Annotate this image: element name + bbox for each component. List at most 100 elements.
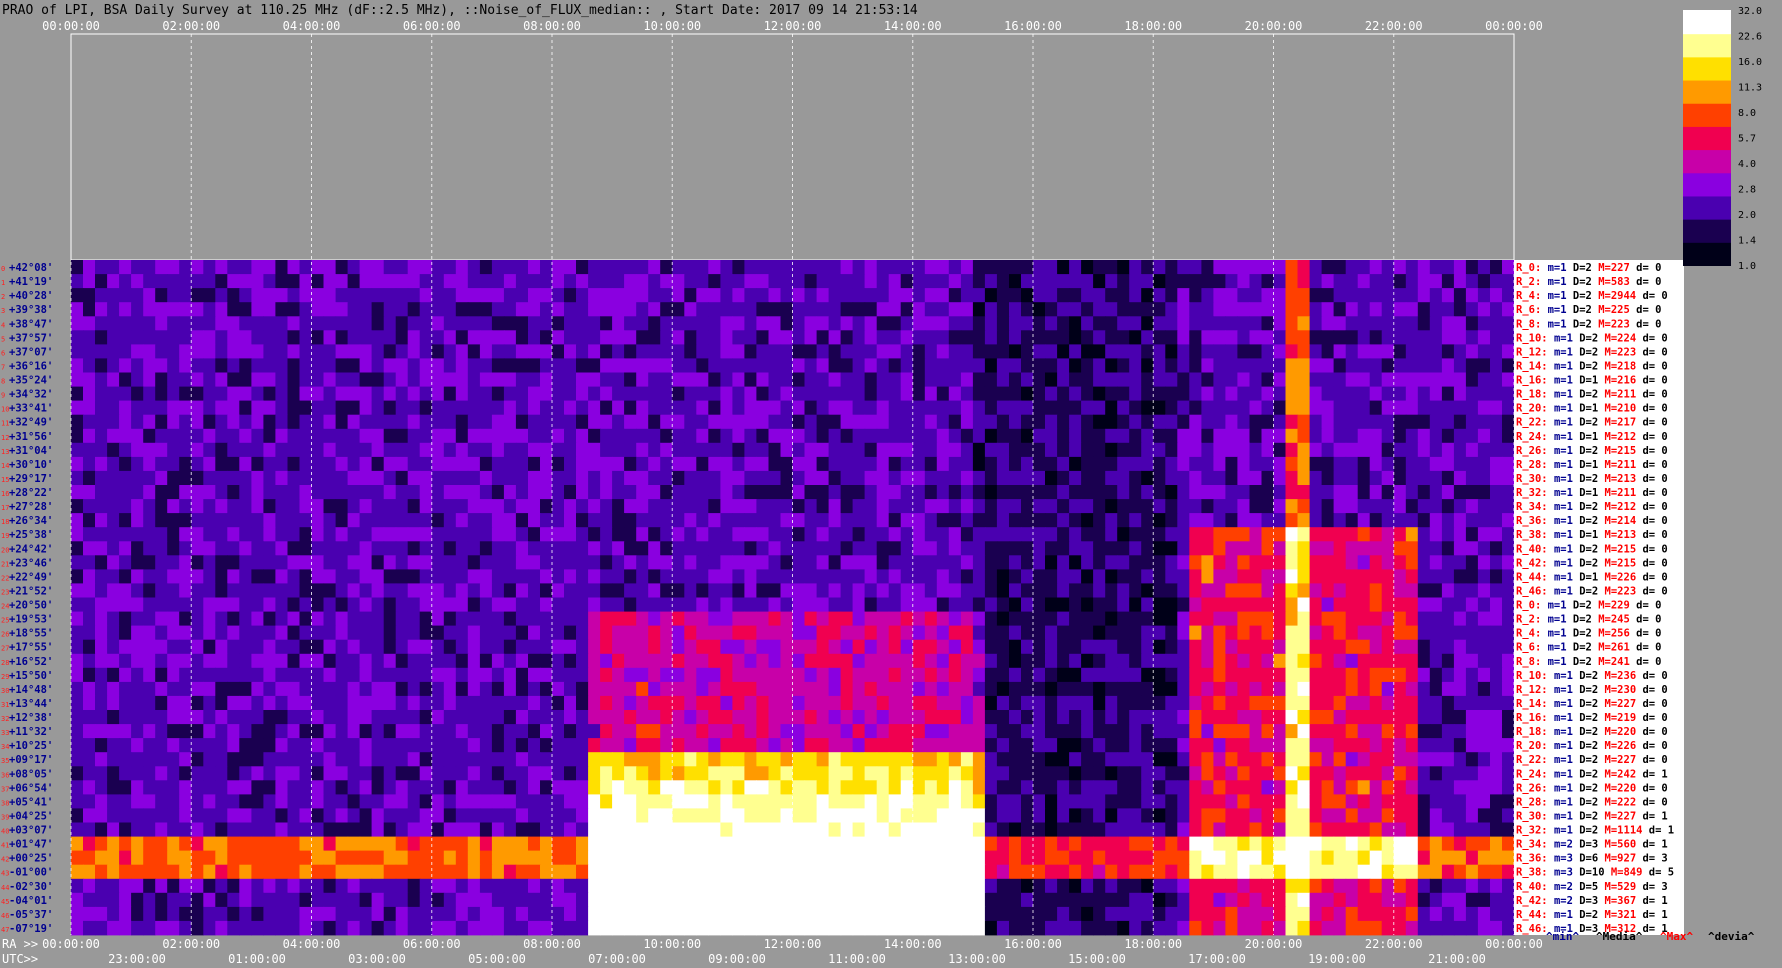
heatmap-cell — [780, 625, 794, 641]
heatmap-cell — [1261, 372, 1275, 387]
heatmap-cell — [624, 541, 637, 556]
heatmap-cell — [503, 470, 517, 486]
heatmap-cell — [455, 569, 469, 584]
heatmap-cell — [552, 358, 565, 373]
heatmap-cell — [588, 541, 601, 556]
heatmap-cell — [816, 822, 830, 837]
heatmap-cell — [804, 499, 818, 514]
heatmap-cell — [612, 344, 625, 359]
heatmap-cell — [948, 274, 962, 289]
heatmap-cell — [540, 611, 553, 627]
heatmap-cell — [1393, 400, 1407, 416]
heatmap-cell — [131, 274, 144, 289]
heatmap-cell — [960, 330, 974, 345]
heatmap-cell — [1285, 372, 1299, 387]
heatmap-cell — [648, 766, 661, 781]
heatmap-cell — [1417, 822, 1431, 837]
heatmap-cell — [1502, 442, 1515, 458]
heatmap-cell — [636, 639, 649, 655]
heatmap-cell — [780, 358, 794, 373]
heatmap-cell — [1249, 597, 1263, 612]
heatmap-cell — [419, 569, 433, 584]
heatmap-cell — [83, 344, 96, 359]
heatmap-cell — [1201, 260, 1214, 275]
heatmap-cell — [155, 414, 168, 430]
heatmap-cell — [1105, 738, 1118, 753]
heatmap-cell — [1057, 456, 1070, 472]
heatmap-cell — [1045, 372, 1058, 387]
heatmap-cell — [1321, 625, 1335, 641]
heatmap-cell — [263, 738, 276, 753]
heatmap-cell — [1213, 681, 1226, 697]
heatmap-cell — [600, 288, 613, 303]
heatmap-cell — [359, 288, 373, 303]
heatmap-cell — [528, 724, 541, 739]
heatmap-cell — [780, 794, 794, 809]
heatmap-cell — [1297, 780, 1311, 795]
heatmap-cell — [1321, 555, 1335, 570]
heatmap-cell — [588, 808, 601, 823]
heatmap-cell — [552, 456, 565, 472]
heatmap-cell — [708, 667, 721, 683]
heatmap-cell — [660, 358, 673, 373]
heatmap-cell — [71, 625, 84, 641]
heatmap-cell — [431, 752, 445, 767]
heatmap-cell — [263, 822, 276, 837]
heatmap-cell — [708, 822, 721, 837]
heatmap-cell — [1201, 639, 1214, 655]
heatmap-cell — [299, 288, 313, 303]
heatmap-cell — [143, 555, 156, 570]
heatmap-cell — [984, 485, 998, 500]
heatmap-cell — [1201, 330, 1214, 345]
heatmap-cell — [107, 274, 120, 289]
heatmap-cell — [371, 681, 385, 697]
heatmap-cell — [804, 456, 818, 472]
heatmap-cell — [359, 330, 373, 345]
heatmap-cell — [1297, 260, 1311, 275]
heatmap-cell — [1369, 302, 1383, 317]
heatmap-cell — [1237, 710, 1250, 725]
heatmap-cell — [1297, 752, 1311, 767]
heatmap-cell — [275, 766, 288, 781]
heatmap-cell — [984, 513, 998, 528]
heatmap-cell — [1465, 302, 1479, 317]
heatmap-cell — [1477, 260, 1491, 275]
heatmap-cell — [564, 710, 577, 725]
heatmap-cell — [840, 302, 854, 317]
heatmap-cell — [636, 344, 649, 359]
heatmap-cell — [1117, 583, 1130, 598]
heatmap-cell — [1009, 681, 1022, 697]
heatmap-cell — [888, 386, 902, 402]
heatmap-cell — [768, 611, 782, 627]
heatmap-cell — [1261, 513, 1275, 528]
heatmap-cell — [227, 611, 240, 627]
heatmap-cell — [1297, 274, 1311, 289]
heatmap-cell — [215, 583, 228, 598]
heatmap-cell — [648, 456, 661, 472]
heatmap-cell — [636, 499, 649, 514]
heatmap-cell — [1405, 625, 1419, 641]
heatmap-cell — [1393, 752, 1407, 767]
heatmap-cell — [780, 597, 794, 612]
heatmap-cell — [1490, 695, 1503, 711]
heatmap-cell — [431, 710, 445, 725]
heatmap-cell — [1249, 794, 1263, 809]
heatmap-cell — [1309, 302, 1323, 317]
heatmap-cell — [684, 724, 697, 739]
heatmap-cell — [732, 274, 745, 289]
heatmap-cell — [119, 808, 132, 823]
heatmap-cell — [1477, 372, 1491, 387]
heatmap-cell — [503, 513, 517, 528]
heatmap-cell — [552, 274, 565, 289]
heatmap-cell — [1213, 724, 1226, 739]
heatmap-cell — [323, 513, 337, 528]
heatmap-cell — [1081, 738, 1094, 753]
heatmap-cell — [744, 414, 757, 430]
heatmap-cell — [191, 274, 204, 289]
heatmap-cell — [936, 527, 950, 542]
heatmap-cell — [780, 344, 794, 359]
heatmap-cell — [876, 724, 890, 739]
heatmap-cell — [984, 639, 998, 655]
heatmap-cell — [792, 766, 806, 781]
heatmap-cell — [1261, 344, 1275, 359]
